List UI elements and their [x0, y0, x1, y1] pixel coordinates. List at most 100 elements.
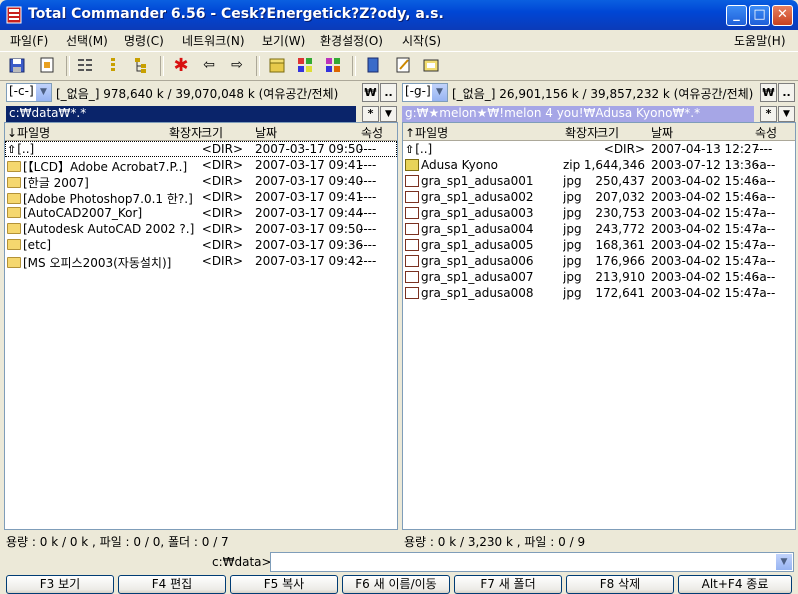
edit-icon[interactable]	[392, 54, 414, 76]
command-input[interactable]: ▼	[270, 552, 794, 572]
left-up-button[interactable]: ..	[380, 83, 397, 102]
menu-select[interactable]: 선택(M)	[66, 32, 108, 49]
left-drive-bar: [-c-] ▼ [_없음_] 978,640 k / 39,070,048 k …	[6, 82, 398, 104]
file-name: gra_sp1_adusa005	[421, 238, 534, 252]
forward-icon[interactable]: ⇨	[226, 54, 248, 76]
f8-delete-button[interactable]: F8 삭제	[566, 575, 674, 594]
right-col-size[interactable]: 크기	[597, 124, 619, 141]
f6-rename-move-button[interactable]: F6 새 이름/이동	[342, 575, 450, 594]
table-row[interactable]: gra_sp1_adusa002 jpg 207,032 2003-04-02 15:…	[403, 189, 795, 205]
right-col-attr[interactable]: 속성	[755, 124, 777, 141]
folder-icon	[7, 161, 21, 172]
menu-help[interactable]: 도움말(H)	[734, 32, 786, 49]
table-row[interactable]: [【LCD】Adobe Acrobat7.P..] <DIR> 2007-03-17…	[5, 157, 397, 174]
table-row[interactable]: ⇧[..] <DIR> 2007-04-13 12:27 ----	[403, 141, 795, 157]
table-row[interactable]: gra_sp1_adusa007 jpg 213,910 2003-04-02 15:…	[403, 269, 795, 285]
right-file-panel[interactable]: ↑파일명 확장자 크기 날짜 속성 ⇧[..] <DIR> 2007-04-13 1…	[402, 122, 796, 530]
f3-view-button[interactable]: F3 보기	[6, 575, 114, 594]
left-history-button[interactable]: ▼	[380, 106, 397, 122]
menu-configuration[interactable]: 환경설정(O)	[320, 32, 383, 49]
folder-icon	[7, 207, 21, 218]
table-row[interactable]: ⇧[..] <DIR> 2007-03-17 09:50 ----	[5, 141, 397, 157]
alt-f4-exit-button[interactable]: Alt+F4 종료	[678, 575, 792, 594]
table-row[interactable]: gra_sp1_adusa008 jpg 172,641 2003-04-02 15:…	[403, 285, 795, 301]
invert-selection-icon[interactable]: ✱	[170, 54, 192, 76]
brief-view-icon[interactable]	[74, 54, 96, 76]
tree-view-icon[interactable]	[130, 54, 152, 76]
f7-new-folder-button[interactable]: F7 새 폴더	[454, 575, 562, 594]
jpg-file-icon	[405, 223, 419, 235]
chevron-down-icon[interactable]: ▼	[432, 84, 447, 101]
file-name-cell: [etc]	[7, 238, 197, 252]
maximize-button[interactable]: □	[749, 5, 770, 26]
right-path[interactable]: g:₩★melon★₩!melon 4 you!₩Adusa Kyono₩*.*	[402, 106, 754, 122]
file-date-cell: 2007-03-17 09:50	[255, 222, 364, 236]
right-drive-select[interactable]: [-g-] ▼	[402, 83, 448, 102]
left-col-size[interactable]: 크기	[201, 124, 223, 141]
toolbar-separator	[66, 56, 70, 76]
file-size-cell: 230,753	[595, 206, 645, 220]
right-root-button[interactable]: ₩	[760, 83, 777, 102]
right-filter-button[interactable]: *	[760, 106, 777, 122]
left-file-panel[interactable]: ↓파일명 확장자 크기 날짜 속성 ⇧[..] <DIR> 2007-03-17 0…	[4, 122, 398, 530]
back-icon[interactable]: ⇦	[198, 54, 220, 76]
copy-names-icon[interactable]	[362, 54, 384, 76]
f4-edit-button[interactable]: F4 편집	[118, 575, 226, 594]
file-name: gra_sp1_adusa001	[421, 174, 534, 188]
table-row[interactable]: [etc] <DIR> 2007-03-17 09:36 ----	[5, 237, 397, 253]
close-button[interactable]: ✕	[772, 5, 793, 26]
file-name-cell: gra_sp1_adusa001	[405, 174, 563, 188]
menu-network[interactable]: 네트워크(N)	[182, 32, 245, 49]
refresh-icon[interactable]	[6, 54, 28, 76]
folder-icon	[7, 223, 21, 234]
left-col-ext[interactable]: 확장자	[169, 124, 202, 141]
left-col-attr[interactable]: 속성	[361, 124, 383, 141]
minimize-button[interactable]: _	[726, 5, 747, 26]
table-row[interactable]: [Adobe Photoshop7.0.1 한?.] <DIR> 2007-03-1…	[5, 189, 397, 206]
menu-view[interactable]: 보기(W)	[262, 32, 305, 49]
left-filter-button[interactable]: *	[362, 106, 379, 122]
menu-commands[interactable]: 명령(C)	[124, 32, 164, 49]
menu-start[interactable]: 시작(S)	[402, 32, 441, 49]
chevron-down-icon[interactable]: ▼	[776, 554, 792, 570]
zip-file-icon	[405, 159, 419, 171]
chevron-down-icon[interactable]: ▼	[36, 84, 51, 101]
left-col-date[interactable]: 날짜	[255, 124, 277, 141]
right-col-name[interactable]: ↑파일명	[405, 124, 448, 141]
table-row[interactable]: gra_sp1_adusa006 jpg 176,966 2003-04-02 15:…	[403, 253, 795, 269]
table-row[interactable]: Adusa Kyono zip 1,644,346 2003-07-12 13:36-…	[403, 157, 795, 173]
table-row[interactable]: [MS 오피스2003(자동설치)] <DIR> 2007-03-17 09:42-…	[5, 253, 397, 270]
f5-copy-button[interactable]: F5 복사	[230, 575, 338, 594]
file-name: [【LCD】Adobe Acrobat7.P..]	[23, 160, 188, 174]
right-history-button[interactable]: ▼	[778, 106, 795, 122]
left-drive-select[interactable]: [-c-] ▼	[6, 83, 52, 102]
file-ext-cell: jpg	[563, 238, 582, 252]
file-attr-cell: ----	[359, 158, 377, 172]
window-title: Total Commander 6.56 - Cesk?Energetick?Z…	[28, 6, 444, 22]
table-row[interactable]: [Autodesk AutoCAD 2002 ?.] <DIR> 2007-03-1…	[5, 221, 397, 237]
quick-view-icon[interactable]	[36, 54, 58, 76]
unpack-icon[interactable]	[294, 54, 316, 76]
file-size-cell: <DIR>	[201, 206, 243, 220]
table-row[interactable]: gra_sp1_adusa001 jpg 250,437 2003-04-02 15:…	[403, 173, 795, 189]
table-row[interactable]: gra_sp1_adusa003 jpg 230,753 2003-04-02 15:…	[403, 205, 795, 221]
left-path[interactable]: c:₩data₩*.*	[6, 106, 356, 122]
right-up-button[interactable]: ..	[778, 83, 795, 102]
pack-icon[interactable]	[266, 54, 288, 76]
menu-file[interactable]: 파일(F)	[10, 32, 48, 49]
table-row[interactable]: [한글 2007] <DIR> 2007-03-17 09:40 ----	[5, 173, 397, 190]
file-attr-cell: ----	[359, 190, 377, 204]
right-col-date[interactable]: 날짜	[651, 124, 673, 141]
full-view-icon[interactable]	[102, 54, 124, 76]
file-date-cell: 2003-04-02 15:46	[651, 190, 760, 204]
table-row[interactable]: gra_sp1_adusa005 jpg 168,361 2003-04-02 15:…	[403, 237, 795, 253]
notepad-icon[interactable]	[420, 54, 442, 76]
file-name-cell: gra_sp1_adusa008	[405, 286, 563, 300]
file-date-cell: 2003-04-02 15:47	[651, 206, 760, 220]
left-col-name[interactable]: ↓파일명	[7, 124, 50, 141]
table-row[interactable]: gra_sp1_adusa004 jpg 243,772 2003-04-02 15:…	[403, 221, 795, 237]
left-root-button[interactable]: ₩	[362, 83, 379, 102]
right-col-ext[interactable]: 확장자	[565, 124, 598, 141]
find-icon[interactable]	[322, 54, 344, 76]
table-row[interactable]: [AutoCAD2007_Kor] <DIR> 2007-03-17 09:44 --…	[5, 205, 397, 221]
